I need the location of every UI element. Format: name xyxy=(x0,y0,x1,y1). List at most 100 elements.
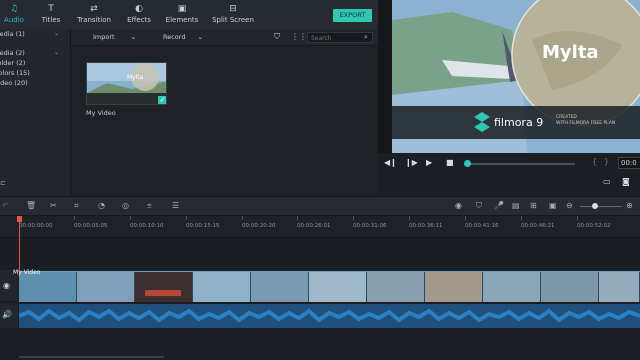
timecode-display: 00:0 xyxy=(618,157,640,169)
ruler-label: 00:00:41:16 xyxy=(465,223,499,229)
clip-thumbnail xyxy=(19,272,77,302)
delete-icon[interactable]: 🗑 xyxy=(26,201,36,210)
library-item-video[interactable]: Video (20) xyxy=(0,79,66,89)
ruler-tick xyxy=(130,216,131,220)
library-item-folder[interactable]: Folder (2) xyxy=(0,59,66,69)
speaker-icon[interactable]: 🔊 xyxy=(2,310,12,319)
previous-frame-icon[interactable]: ◀❙ xyxy=(384,158,397,167)
display-settings-icon[interactable]: ▭ xyxy=(603,177,611,186)
mark-out-icon[interactable]: } xyxy=(604,157,609,166)
clip-thumbnail xyxy=(135,272,193,302)
audio-track-header: 🔊 xyxy=(0,303,18,328)
audio-clip[interactable] xyxy=(19,304,640,328)
render-icon[interactable]: ◉ xyxy=(455,201,462,210)
zoom-slider-knob[interactable] xyxy=(592,203,598,209)
voiceover-icon[interactable]: ▤ xyxy=(512,201,520,210)
thumbnail-overlay-title: Mylta xyxy=(127,74,144,81)
microphone-icon[interactable]: 🎤 xyxy=(494,201,504,210)
zoom-in-icon[interactable]: ⊕ xyxy=(626,201,633,210)
chevron-down-icon: ⌄ xyxy=(54,30,60,37)
media-thumbnail[interactable]: Mylta ✓ xyxy=(86,62,167,105)
horizontal-scrollbar[interactable] xyxy=(19,356,164,358)
tab-split-screen[interactable]: ⊟ Split Screen xyxy=(203,3,263,29)
ruler-tick xyxy=(353,216,354,220)
green-screen-icon[interactable]: ⩧ xyxy=(147,201,152,211)
video-preview[interactable]: Mylta filmora 9 CREATED WITH FILMORA FRE… xyxy=(392,0,640,153)
media-thumbnail-caption: My Video xyxy=(86,109,116,117)
empty-track-area xyxy=(0,330,640,358)
grid-view-icon[interactable]: ⋮⋮ xyxy=(291,32,307,41)
progress-track[interactable] xyxy=(465,163,575,165)
tab-transition-label: Transition xyxy=(77,16,111,24)
color-icon[interactable]: ◎ xyxy=(122,201,129,210)
zoom-out-icon[interactable]: ⊖ xyxy=(566,201,573,210)
library-panel: Media (1) ⌄ Media (2) ⌄ Folder (2) Color… xyxy=(0,29,70,196)
ruler-label: 00:00:20:20 xyxy=(242,223,276,229)
progress-knob[interactable] xyxy=(463,160,471,167)
ruler-tick xyxy=(242,216,243,220)
crop-icon[interactable]: ⌗ xyxy=(74,201,79,211)
library-item-label: Colors (15) xyxy=(0,69,30,77)
timeline-tracks: ◉ 🔊 My Video xyxy=(0,238,640,360)
selected-check-icon[interactable]: ✓ xyxy=(158,96,166,104)
library-item-label: Folder (2) xyxy=(0,59,26,67)
ruler-label: 00:00:10:10 xyxy=(130,223,164,229)
snapshot-icon[interactable]: ▣ xyxy=(549,201,557,210)
playback-controls: ◀❙ ❙▶ ▶ ■ { } 00:0 ▭ ◙ xyxy=(378,153,640,196)
search-input[interactable] xyxy=(311,34,361,42)
search-icon[interactable]: ⌕ xyxy=(364,33,368,42)
library-item-media-2[interactable]: Media (2) ⌄ xyxy=(0,49,66,59)
folder-icon[interactable]: ⊏ xyxy=(0,179,6,187)
ruler-tick xyxy=(465,216,466,220)
watermark-free-plan: WITH FILMORA FREE PLAN xyxy=(556,120,615,126)
stop-icon[interactable]: ■ xyxy=(446,158,454,167)
playhead-handle[interactable] xyxy=(17,216,22,222)
thumbnail-image: Mylta xyxy=(87,63,166,104)
chevron-down-icon: ⌄ xyxy=(130,33,137,41)
tab-elements-label: Elements xyxy=(165,16,199,24)
record-dropdown[interactable]: Record ⌄ xyxy=(163,33,203,41)
export-button[interactable]: EXPORT xyxy=(333,9,372,22)
undo-icon[interactable]: ↶ xyxy=(2,201,9,210)
zoom-slider-track[interactable] xyxy=(580,206,622,207)
ruler-tick xyxy=(297,216,298,220)
library-item-label: Media (2) xyxy=(0,49,25,57)
record-label: Record xyxy=(163,33,186,41)
tab-split-screen-label: Split Screen xyxy=(212,16,254,24)
search-box: ⌕ xyxy=(307,32,373,43)
clip-overlay-bar xyxy=(145,290,181,296)
ruler-label: 00:00:05:05 xyxy=(74,223,108,229)
import-label: Import xyxy=(93,33,115,41)
cut-icon[interactable]: ✂ xyxy=(50,201,57,210)
eye-icon[interactable]: ◉ xyxy=(3,281,10,290)
ruler-tick xyxy=(74,216,75,220)
ruler-label: 00:00:15:15 xyxy=(186,223,220,229)
library-item-colors[interactable]: Colors (15) xyxy=(0,69,66,79)
import-dropdown[interactable]: Import ⌄ xyxy=(93,33,136,41)
split-icon[interactable]: ⊞ xyxy=(530,201,537,210)
video-clip-label: My Video xyxy=(13,269,41,276)
timeline-ruler[interactable]: 00:00:00:00 00:00:05:05 00:00:10:10 00:0… xyxy=(0,216,640,238)
library-item-label: Media (1) xyxy=(0,30,25,38)
mark-in-icon[interactable]: { xyxy=(592,157,597,166)
step-back-icon[interactable]: ❙▶ xyxy=(405,158,418,167)
ruler-tick xyxy=(409,216,410,220)
ruler-label: 00:00:00:00 xyxy=(19,223,53,229)
chevron-down-icon: ⌄ xyxy=(54,49,60,56)
ruler-label: 00:00:46:21 xyxy=(521,223,555,229)
video-clip[interactable] xyxy=(19,271,640,302)
clip-thumbnail xyxy=(483,272,541,302)
filter-icon[interactable]: ⛉ xyxy=(274,32,280,42)
playhead[interactable] xyxy=(19,216,20,276)
clip-thumbnail xyxy=(425,272,483,302)
chevron-down-icon: ⌄ xyxy=(197,33,203,41)
library-item-media-1[interactable]: Media (1) ⌄ xyxy=(0,30,66,40)
ruler-label: 00:00:52:02 xyxy=(577,223,611,229)
audio-mixer-icon[interactable]: ☰ xyxy=(172,201,179,210)
snapshot-icon[interactable]: ◙ xyxy=(622,177,630,186)
speed-icon[interactable]: ◔ xyxy=(98,201,105,210)
ruler-label: 00:00:31:06 xyxy=(353,223,387,229)
marker-icon[interactable]: ⛉ xyxy=(476,201,482,211)
ruler-label: 00:00:36:11 xyxy=(409,223,443,229)
play-icon[interactable]: ▶ xyxy=(426,158,432,167)
